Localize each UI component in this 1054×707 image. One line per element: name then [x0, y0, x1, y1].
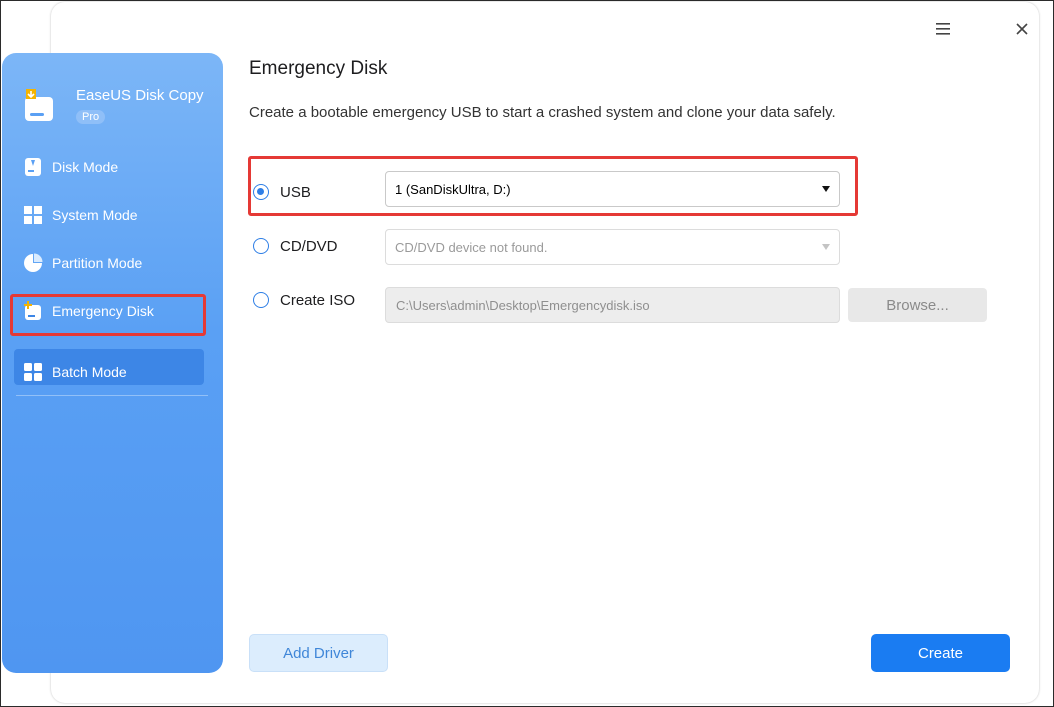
usb-device-select[interactable]: 1 (SanDiskUltra, D:) — [385, 171, 840, 207]
iso-path-value: C:\Users\admin\Desktop\Emergencydisk.iso — [396, 297, 650, 313]
chevron-down-icon — [822, 186, 830, 192]
chevron-down-icon — [822, 244, 830, 250]
sidebar-divider — [16, 395, 208, 396]
sidebar-item-label: Batch Mode — [52, 364, 127, 380]
sidebar-item-label: Disk Mode — [52, 159, 119, 175]
create-iso-radio[interactable] — [253, 292, 269, 308]
usb-device-value: 1 (SanDiskUltra, D:) — [395, 181, 511, 197]
sidebar-item-disk-mode[interactable]: Disk Mode — [23, 154, 118, 180]
disk-icon — [23, 157, 43, 177]
usb-label: USB — [280, 184, 311, 201]
sidebar-item-system-mode[interactable]: System Mode — [23, 202, 138, 228]
sidebar-item-label: System Mode — [52, 207, 138, 223]
easeus-logo-icon — [22, 87, 56, 125]
page-title: Emergency Disk — [249, 58, 388, 79]
create-button[interactable]: Create — [871, 634, 1010, 672]
cd-dvd-label: CD/DVD — [280, 238, 338, 255]
close-icon[interactable] — [1009, 16, 1035, 42]
sidebar-item-label: Partition Mode — [52, 255, 143, 271]
create-iso-label: Create ISO — [280, 292, 356, 309]
iso-path-field[interactable]: C:\Users\admin\Desktop\Emergencydisk.iso — [385, 287, 840, 323]
brand: EaseUS Disk Copy Pro — [22, 83, 204, 125]
windows-icon — [23, 205, 43, 225]
usb-radio[interactable] — [253, 184, 269, 200]
highlight-box-emergency-disk — [10, 294, 206, 336]
hamburger-menu-icon[interactable] — [930, 16, 956, 42]
add-driver-button[interactable]: Add Driver — [249, 634, 388, 672]
grid-icon — [23, 362, 43, 382]
app-name: EaseUS Disk Copy — [76, 87, 204, 104]
pro-badge: Pro — [76, 110, 106, 124]
page-description: Create a bootable emergency USB to start… — [249, 104, 836, 121]
cd-dvd-device-value: CD/DVD device not found. — [395, 239, 548, 255]
sidebar: EaseUS Disk Copy Pro Disk Mode System Mo… — [2, 53, 223, 673]
pie-chart-icon — [23, 253, 43, 273]
sidebar-item-batch-mode[interactable]: Batch Mode — [23, 359, 127, 385]
sidebar-item-partition-mode[interactable]: Partition Mode — [23, 250, 142, 276]
cd-dvd-device-select[interactable]: CD/DVD device not found. — [385, 229, 840, 265]
cd-dvd-radio[interactable] — [253, 238, 269, 254]
browse-button[interactable]: Browse... — [848, 288, 987, 322]
